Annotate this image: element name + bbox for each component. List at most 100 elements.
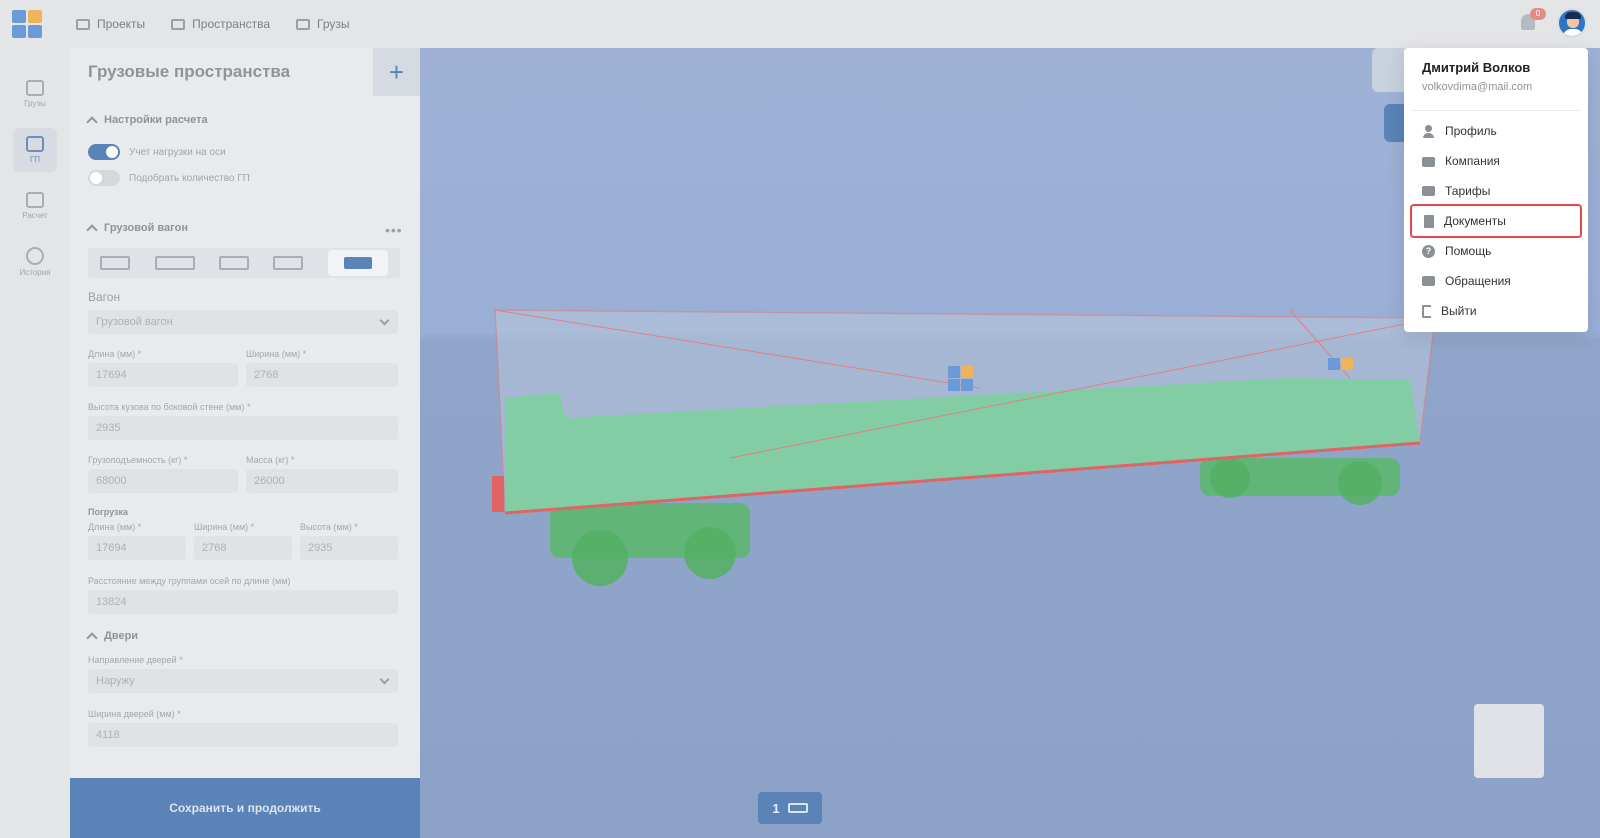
menu-divider <box>1412 110 1580 111</box>
sidebar-item-label: Расчет <box>22 211 48 220</box>
menu-item-label: Выйти <box>1441 304 1477 318</box>
menu-item-help[interactable]: ? Помощь <box>1410 236 1582 266</box>
menu-item-label: Компания <box>1445 154 1500 168</box>
type-wagon-icon[interactable] <box>327 250 388 276</box>
app-logo[interactable] <box>12 10 42 38</box>
wagon-label: Вагон <box>88 290 121 304</box>
avatar[interactable] <box>1557 8 1587 38</box>
cargo-icon <box>296 18 311 30</box>
type-truck-icon[interactable] <box>100 256 131 270</box>
nav-cargo[interactable]: Грузы <box>296 17 350 31</box>
panel-title: Грузовые пространства <box>88 62 291 81</box>
nav-projects[interactable]: Проекты <box>76 17 145 31</box>
space-type-selector <box>88 248 400 278</box>
axle-distance-label: Расстояние между группами осей по длине … <box>88 576 291 586</box>
menu-item-label: Тарифы <box>1445 184 1491 198</box>
save-continue-button[interactable]: Сохранить и продолжить <box>70 778 420 838</box>
menu-item-tariffs[interactable]: Тарифы <box>1410 176 1582 206</box>
wagon-select[interactable]: Грузовой вагон <box>88 310 398 334</box>
space-page-indicator[interactable]: 1 <box>758 792 822 824</box>
settings-section[interactable]: Настройки расчета <box>86 114 208 128</box>
load-length-field[interactable]: 17694 <box>88 536 186 560</box>
notification-badge: 0 <box>1530 8 1546 20</box>
briefcase-icon <box>1422 157 1435 167</box>
nav-spaces[interactable]: Пространства <box>171 17 270 31</box>
left-sidebar: Грузы ГП Расчет История <box>0 48 70 838</box>
menu-item-logout[interactable]: Выйти <box>1410 296 1582 326</box>
more-icon[interactable]: ••• <box>385 222 403 238</box>
sidebar-item-cargo[interactable]: Грузы <box>13 72 57 116</box>
sidebar-item-label: История <box>19 268 51 277</box>
door-direction-value: Наружу <box>96 675 135 687</box>
card-icon <box>1422 186 1435 196</box>
wagon-section-title: Грузовой вагон <box>104 222 188 234</box>
space-icon <box>26 136 44 152</box>
mass-label: Масса (кг) * <box>246 455 295 465</box>
chevron-down-icon <box>379 315 390 326</box>
load-width-field[interactable]: 2768 <box>194 536 292 560</box>
menu-item-requests[interactable]: Обращения <box>1410 266 1582 296</box>
door-direction-select[interactable]: Наружу <box>88 669 398 693</box>
length-field[interactable]: 17694 <box>88 363 238 387</box>
user-icon <box>1422 124 1435 138</box>
axle-load-label: Учет нагрузки на оси <box>129 146 226 158</box>
door-width-label: Ширина дверей (мм) * <box>88 709 181 719</box>
menu-item-label: Профиль <box>1445 124 1497 138</box>
view-cube[interactable] <box>1474 704 1544 778</box>
menu-item-documents[interactable]: Документы <box>1410 204 1582 238</box>
type-container-icon[interactable] <box>218 256 249 270</box>
space-count-label: Подобрать количество ГП <box>129 172 250 184</box>
width-label: Ширина (мм) * <box>246 349 307 359</box>
wheel-bogie-right <box>1200 458 1400 505</box>
sidebar-item-spaces[interactable]: ГП <box>13 128 57 172</box>
capacity-field[interactable]: 68000 <box>88 469 238 493</box>
width-field[interactable]: 2768 <box>246 363 398 387</box>
type-trailer-icon[interactable] <box>154 256 195 270</box>
sidebar-item-label: ГП <box>29 155 41 164</box>
type-van-icon[interactable] <box>273 256 304 270</box>
mass-field[interactable]: 26000 <box>246 469 398 493</box>
axle-load-toggle-row: Учет нагрузки на оси <box>88 144 226 160</box>
wagon-section[interactable]: Грузовой вагон <box>86 222 188 236</box>
menu-item-profile[interactable]: Профиль <box>1410 116 1582 146</box>
menu-item-company[interactable]: Компания <box>1410 146 1582 176</box>
menu-item-label: Помощь <box>1445 244 1492 258</box>
chevron-down-icon <box>379 674 390 685</box>
axle-distance-field[interactable]: 13824 <box>88 590 398 614</box>
length-label: Длина (мм) * <box>88 349 142 359</box>
top-bar: Проекты Пространства Грузы 0 <box>0 0 1600 48</box>
user-menu: Дмитрий Волков volkovdima@mail.com Профи… <box>1404 48 1588 332</box>
space-count-toggle-row: Подобрать количество ГП <box>88 170 250 186</box>
space-count-toggle[interactable] <box>88 170 120 186</box>
sidebar-item-history[interactable]: История <box>13 240 57 284</box>
space-icon <box>171 18 186 30</box>
user-email: volkovdima@mail.com <box>1422 81 1533 93</box>
nav-spaces-label: Пространства <box>192 17 271 31</box>
sidebar-item-label: Грузы <box>24 99 46 108</box>
nav-cargo-label: Грузы <box>317 17 350 31</box>
chevron-up-icon <box>86 116 98 128</box>
sidebar-item-calculation[interactable]: Расчет <box>13 184 57 228</box>
chevron-up-icon <box>86 632 98 644</box>
wagon-select-value: Грузовой вагон <box>96 316 173 328</box>
grid-icon <box>26 192 44 208</box>
app-root: Проекты Пространства Грузы 0 Грузы ГП Ра… <box>0 0 1600 838</box>
add-space-button[interactable]: + <box>373 48 420 96</box>
wheel-bogie-left <box>550 503 750 586</box>
axle-load-toggle[interactable] <box>88 144 120 160</box>
door-direction-label: Направление дверей * <box>88 655 183 665</box>
user-name: Дмитрий Волков <box>1422 60 1531 75</box>
nav-projects-label: Проекты <box>97 17 146 31</box>
doors-section[interactable]: Двери <box>86 630 139 644</box>
loading-title: Погрузка <box>88 507 128 517</box>
load-height-field[interactable]: 2935 <box>300 536 398 560</box>
side-height-field[interactable]: 2935 <box>88 416 398 440</box>
document-icon <box>1424 214 1434 228</box>
side-height-label: Высота кузова по боковой стене (мм) * <box>88 402 251 412</box>
chevron-up-icon <box>86 224 98 236</box>
logout-icon <box>1422 304 1431 318</box>
door-width-field[interactable]: 4118 <box>88 723 398 747</box>
menu-item-label: Документы <box>1444 214 1506 228</box>
chat-icon <box>1422 276 1435 286</box>
doors-section-title: Двери <box>104 630 139 642</box>
